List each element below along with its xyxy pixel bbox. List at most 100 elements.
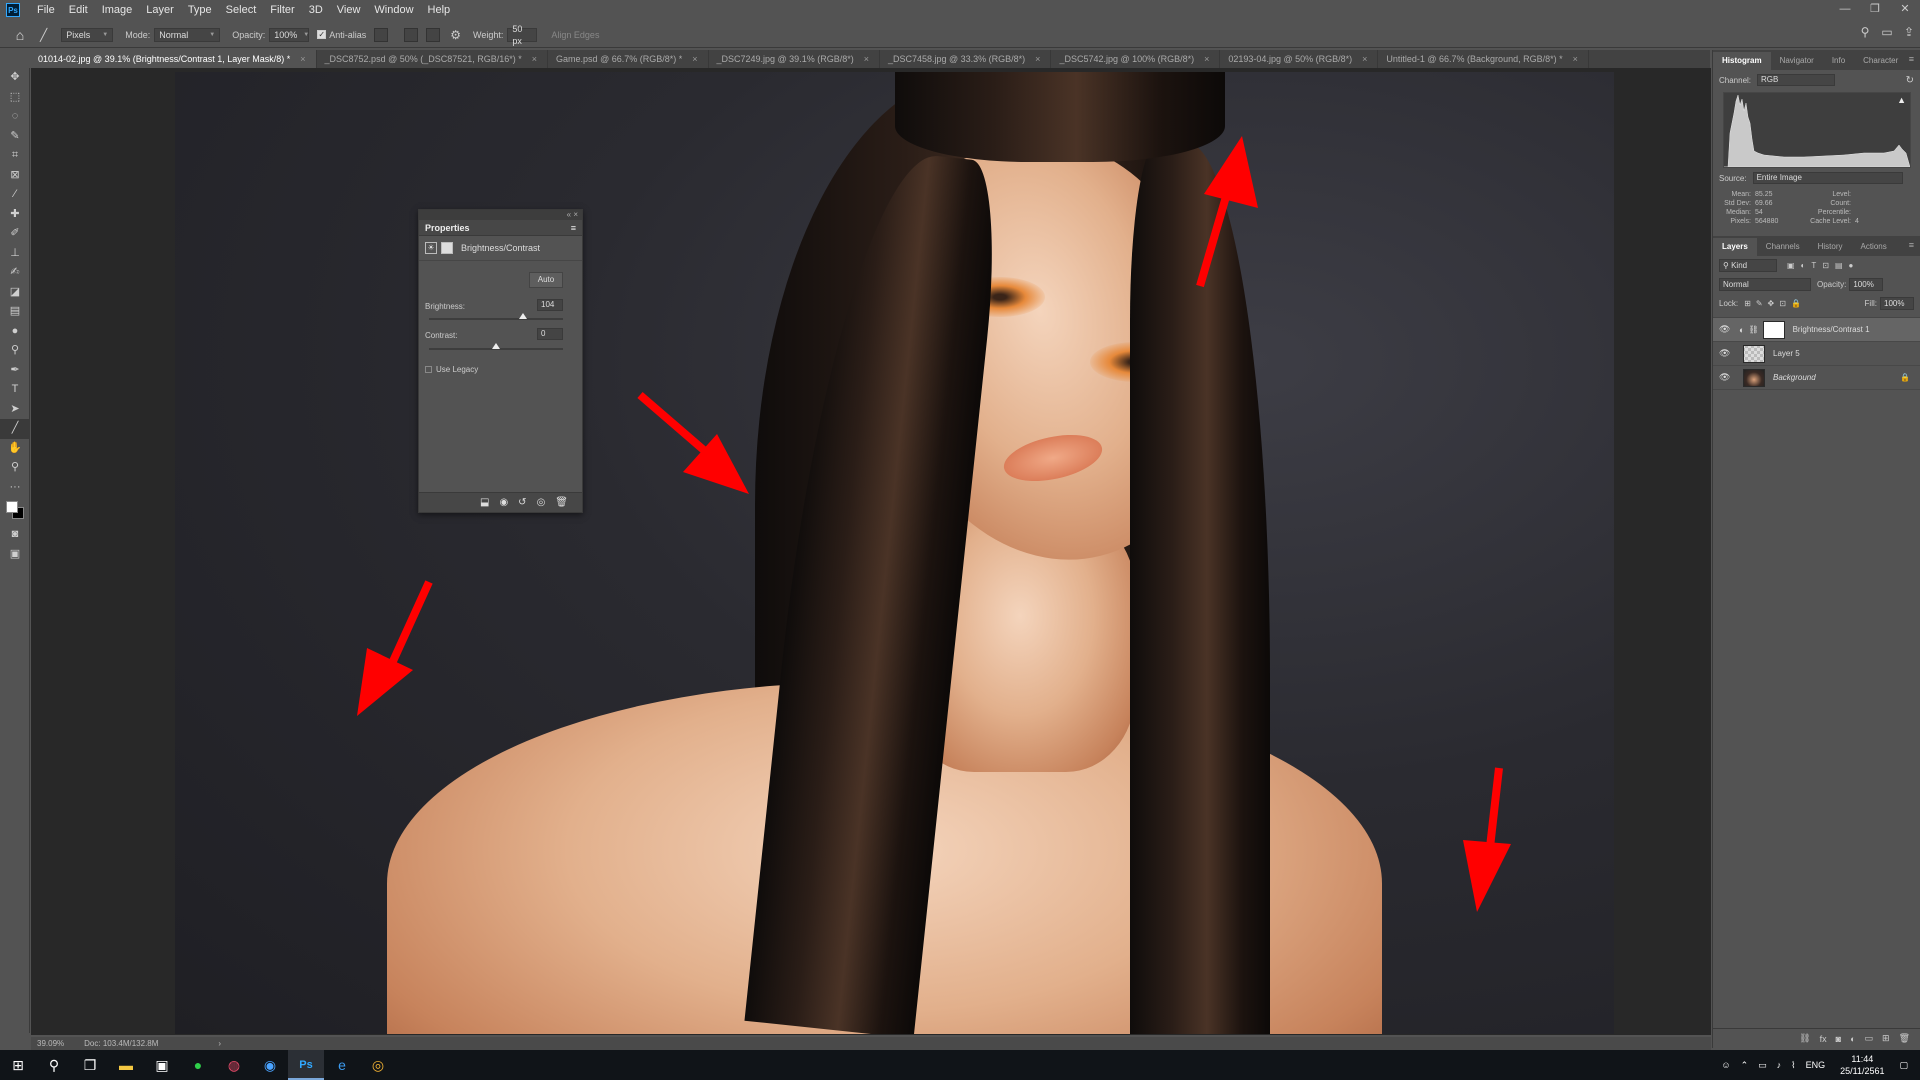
view-previous-icon[interactable]: ◉	[499, 497, 508, 508]
color-swatches[interactable]	[0, 497, 29, 525]
share-icon[interactable]: ⇪	[1898, 25, 1920, 39]
quick-select-tool-icon[interactable]: ✎	[0, 127, 30, 147]
lock-icons[interactable]: ⊞✎✥⊡🔒	[1744, 299, 1806, 308]
dodge-tool-icon[interactable]: ⚲	[0, 341, 30, 361]
people-icon[interactable]: ☺	[1721, 1060, 1730, 1070]
channel-select[interactable]: RGB	[1757, 74, 1836, 86]
reset-icon[interactable]: ↺	[518, 497, 526, 508]
delete-layer-icon[interactable]: 🗑	[1899, 1033, 1910, 1044]
close-icon[interactable]: ×	[1204, 54, 1209, 64]
panel-menu-icon[interactable]: ≡	[571, 223, 576, 233]
edge-browser-icon[interactable]: e	[324, 1050, 360, 1080]
photoshop-taskbar-icon[interactable]: Ps	[288, 1050, 324, 1080]
pen-tool-icon[interactable]: ✒	[0, 361, 30, 381]
new-layer-icon[interactable]: ⊞	[1882, 1033, 1890, 1044]
new-adjustment-icon[interactable]: ◐	[1850, 1034, 1855, 1044]
chrome-browser-icon[interactable]: ◎	[360, 1050, 396, 1080]
add-mask-icon[interactable]: ◙	[1836, 1034, 1841, 1044]
tab-dsc8752[interactable]: _DSC8752.psd @ 50% (_DSC87521, RGB/16*) …	[317, 50, 549, 68]
visibility-icon[interactable]: ◎	[537, 497, 546, 508]
opacity-field[interactable]: 100% ▼	[269, 27, 310, 42]
store-icon[interactable]: ▣	[144, 1050, 180, 1080]
paint-app-icon[interactable]: ◍	[216, 1050, 252, 1080]
word-app-icon[interactable]: ◉	[252, 1050, 288, 1080]
restore-button[interactable]: ❐	[1860, 0, 1890, 20]
screen-mode-icon[interactable]: ▣	[0, 545, 30, 565]
menu-layer[interactable]: Layer	[139, 0, 181, 20]
close-icon[interactable]: ×	[300, 54, 305, 64]
healing-brush-tool-icon[interactable]: ✚	[0, 205, 30, 225]
tool-mode-select[interactable]: Pixels ▼	[61, 27, 114, 42]
marquee-tool-icon[interactable]: ⬚	[0, 88, 30, 108]
close-icon[interactable]: ×	[1573, 54, 1578, 64]
clip-to-layer-icon[interactable]: ⬓	[480, 497, 489, 508]
workspace-icon[interactable]: ▭	[1876, 25, 1898, 39]
menu-view[interactable]: View	[330, 0, 368, 20]
menu-image[interactable]: Image	[95, 0, 140, 20]
layer-mask-thumbnail[interactable]	[1762, 320, 1785, 339]
menu-filter[interactable]: Filter	[263, 0, 301, 20]
battery-icon[interactable]: ▭	[1758, 1060, 1767, 1071]
menu-3d[interactable]: 3D	[302, 0, 330, 20]
antialias-checkbox[interactable]: ✓	[317, 30, 327, 39]
network-icon[interactable]: ⌇	[1791, 1060, 1795, 1071]
brightness-field[interactable]: 104	[537, 299, 563, 311]
brightness-slider-thumb[interactable]	[518, 313, 527, 319]
tab-actions[interactable]: Actions	[1852, 238, 1896, 256]
path-selection-tool-icon[interactable]: ➤	[0, 400, 30, 420]
contrast-slider-thumb[interactable]	[492, 343, 500, 349]
canvas-area[interactable]: « × Properties ≡ ☀ Brightness/Contrast A…	[31, 68, 1711, 1035]
more-tools-icon[interactable]: ···	[0, 478, 30, 498]
path-operations-icon[interactable]	[374, 27, 389, 42]
link-layers-icon[interactable]: ⛓	[1799, 1033, 1810, 1044]
close-icon[interactable]: ×	[864, 54, 869, 64]
close-icon[interactable]: ×	[692, 54, 697, 64]
frame-tool-icon[interactable]: ⊠	[0, 166, 30, 186]
tab-dsc7458[interactable]: _DSC7458.jpg @ 33.3% (RGB/8*) ×	[880, 50, 1052, 68]
hand-tool-icon[interactable]: ✋	[0, 439, 30, 459]
tab-layers[interactable]: Layers	[1713, 238, 1757, 256]
zoom-tool-icon[interactable]: ⚲	[0, 458, 30, 478]
search-icon[interactable]: ⚲	[36, 1050, 72, 1080]
gradient-tool-icon[interactable]: ▤	[0, 302, 30, 322]
kind-filter-select[interactable]: ⚲ Kind	[1719, 259, 1777, 272]
menu-window[interactable]: Window	[367, 0, 420, 20]
tab-channels[interactable]: Channels	[1757, 238, 1809, 256]
brightness-slider[interactable]	[429, 313, 563, 320]
clock[interactable]: 11:44 25/11/2561	[1840, 1053, 1884, 1077]
eyedropper-tool-icon[interactable]: ⁄	[0, 185, 30, 205]
menu-edit[interactable]: Edit	[62, 0, 95, 20]
use-legacy-checkbox[interactable]	[425, 366, 432, 373]
use-legacy-option[interactable]: Use Legacy	[425, 365, 478, 374]
panel-collapse-icon[interactable]: « ×	[419, 210, 582, 220]
tab-dsc5742[interactable]: _DSC5742.jpg @ 100% (RGB/8*) ×	[1051, 50, 1221, 68]
filter-icons[interactable]: ▣◐T⊡▤●	[1787, 261, 1859, 270]
eraser-tool-icon[interactable]: ◪	[0, 283, 30, 303]
layer-row[interactable]: 👁 Layer 5	[1713, 342, 1920, 366]
fill-field[interactable]: 100%	[1880, 297, 1914, 310]
volume-icon[interactable]: ♪	[1777, 1060, 1782, 1070]
tab-dsc7249[interactable]: _DSC7249.jpg @ 39.1% (RGB/8*) ×	[709, 50, 880, 68]
notification-icon[interactable]: ▢	[1899, 1060, 1908, 1071]
weight-field[interactable]: 50 px	[507, 24, 538, 46]
brush-tool-icon[interactable]: ✐	[0, 224, 30, 244]
tab-info[interactable]: Info	[1823, 52, 1854, 70]
warning-icon[interactable]: ▲	[1897, 95, 1906, 105]
contrast-field[interactable]: 0	[537, 328, 563, 340]
foreground-color-swatch[interactable]	[6, 501, 18, 513]
type-tool-icon[interactable]: T	[0, 380, 30, 400]
contrast-slider[interactable]	[429, 343, 563, 350]
layer-style-icon[interactable]: fx	[1820, 1034, 1827, 1044]
auto-button[interactable]: Auto	[529, 272, 563, 288]
menu-type[interactable]: Type	[181, 0, 219, 20]
tab-untitled-1[interactable]: Untitled-1 @ 66.7% (Background, RGB/8*) …	[1378, 50, 1589, 68]
home-icon[interactable]: ⌂	[10, 25, 30, 45]
close-icon[interactable]: ×	[1035, 54, 1040, 64]
blur-tool-icon[interactable]: ●	[0, 322, 30, 342]
line-app-icon[interactable]: ●	[180, 1050, 216, 1080]
close-icon[interactable]: ×	[532, 54, 537, 64]
task-view-icon[interactable]: ❐	[72, 1050, 108, 1080]
close-window-button[interactable]: ✕	[1890, 0, 1920, 20]
line-tool-preset-icon[interactable]: ╱	[40, 28, 47, 42]
tab-history[interactable]: History	[1809, 238, 1852, 256]
